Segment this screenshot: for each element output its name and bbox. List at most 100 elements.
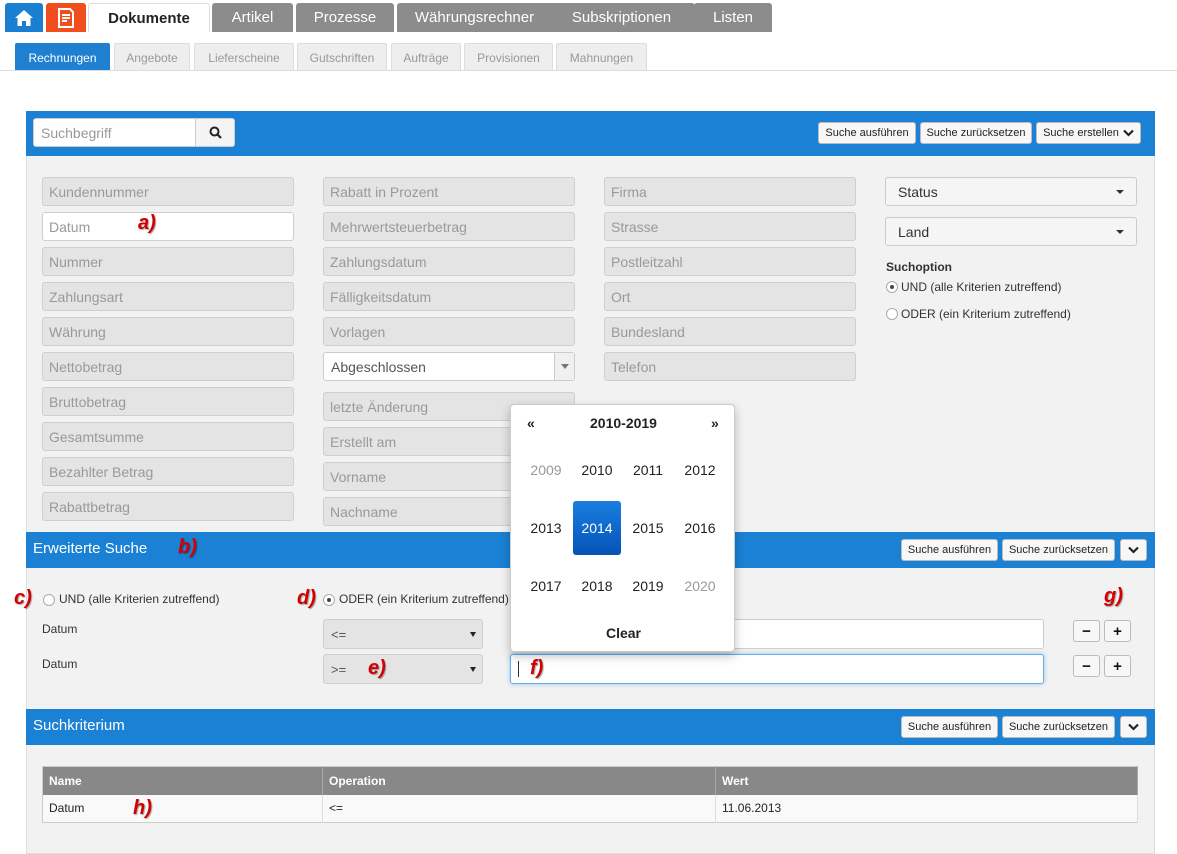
tab-listen[interactable]: Listen [694, 3, 772, 32]
value-input[interactable] [730, 619, 1044, 649]
advanced-oder-label: ODER (ein Kriterium zutreffend) [339, 592, 509, 606]
annotation-a: a) [138, 212, 156, 234]
remove-criterion-button[interactable]: − [1073, 620, 1100, 642]
add-criterion-button[interactable]: + [1104, 620, 1131, 642]
status-dropdown[interactable]: Status [885, 177, 1137, 206]
divider [0, 70, 1177, 71]
advanced-execute-button[interactable]: Suche ausführen [901, 539, 998, 561]
tab-gutschriften[interactable]: Gutschriften [297, 43, 387, 71]
field-nettobetrag[interactable]: Nettobetrag [42, 352, 294, 381]
field-waehrung[interactable]: Währung [42, 317, 294, 346]
field-strasse[interactable]: Strasse [604, 212, 856, 241]
reset-search-button[interactable]: Suche zurücksetzen [920, 122, 1032, 144]
field-zahlungsdatum[interactable]: Zahlungsdatum [323, 247, 575, 276]
caret-down-icon [1116, 230, 1124, 234]
datepicker-clear-button[interactable]: Clear [511, 625, 736, 641]
field-kundennummer[interactable]: Kundennummer [42, 177, 294, 206]
field-gesamtsumme[interactable]: Gesamtsumme [42, 422, 294, 451]
field-firma[interactable]: Firma [604, 177, 856, 206]
operator-value: <= [331, 627, 347, 642]
execute-search-button[interactable]: Suche ausführen [818, 122, 916, 144]
tab-angebote[interactable]: Angebote [114, 43, 190, 71]
tab-dokumente[interactable]: Dokumente [88, 3, 210, 32]
land-dropdown[interactable]: Land [885, 217, 1137, 246]
year-cell[interactable]: 2020 [675, 559, 725, 613]
home-icon [15, 9, 33, 26]
criteria-execute-button[interactable]: Suche ausführen [901, 716, 998, 738]
tab-artikel[interactable]: Artikel [212, 3, 293, 32]
chevron-down-icon [1128, 723, 1139, 731]
year-cell[interactable]: 2019 [623, 559, 673, 613]
operator-select[interactable]: >= [323, 654, 483, 684]
oder-radio[interactable] [886, 308, 898, 320]
year-cell[interactable]: 2011 [623, 443, 673, 497]
field-faelligkeitsdatum[interactable]: Fälligkeitsdatum [323, 282, 575, 311]
field-bruttobetrag[interactable]: Bruttobetrag [42, 387, 294, 416]
year-cell[interactable]: 2018 [572, 559, 622, 613]
field-mehrwertsteuerbetrag[interactable]: Mehrwertsteuerbetrag [323, 212, 575, 241]
field-rabattbetrag[interactable]: Rabattbetrag [42, 492, 294, 521]
tab-lieferscheine[interactable]: Lieferscheine [194, 43, 294, 71]
year-cell[interactable]: 2013 [521, 501, 571, 555]
remove-criterion-button[interactable]: − [1073, 655, 1100, 677]
date-value-input[interactable] [510, 654, 1044, 684]
caret-down-icon [470, 667, 476, 672]
search-input[interactable]: Suchbegriff [33, 118, 196, 147]
field-rabatt-prozent[interactable]: Rabatt in Prozent [323, 177, 575, 206]
criteria-reset-button[interactable]: Suche zurücksetzen [1002, 716, 1115, 738]
search-button[interactable] [195, 118, 235, 147]
field-vorlagen[interactable]: Vorlagen [323, 317, 575, 346]
criteria-collapse-button[interactable] [1120, 716, 1147, 738]
datepicker-next-button[interactable]: » [711, 415, 719, 431]
create-search-label: Suche erstellen [1043, 127, 1119, 139]
year-cell[interactable]: 2012 [675, 443, 725, 497]
advanced-und-radio[interactable] [43, 594, 55, 606]
year-cell[interactable]: 2009 [521, 443, 571, 497]
tab-prozesse[interactable]: Prozesse [296, 3, 394, 32]
advanced-search-title: Erweiterte Suche [33, 540, 148, 557]
year-cell[interactable]: 2017 [521, 559, 571, 613]
add-criterion-button[interactable]: + [1104, 655, 1131, 677]
advanced-collapse-button[interactable] [1120, 539, 1147, 561]
document-icon [58, 7, 74, 28]
field-postleitzahl[interactable]: Postleitzahl [604, 247, 856, 276]
advanced-oder-radio[interactable] [323, 594, 335, 606]
year-cell[interactable]: 2016 [675, 501, 725, 555]
select-caret-icon [554, 353, 574, 380]
advanced-reset-button[interactable]: Suche zurücksetzen [1002, 539, 1115, 561]
field-bundesland[interactable]: Bundesland [604, 317, 856, 346]
year-cell[interactable]: 2015 [623, 501, 673, 555]
year-cell[interactable]: 2010 [572, 443, 622, 497]
create-search-button[interactable]: Suche erstellen [1036, 122, 1141, 144]
tab-subskriptionen[interactable]: Subskriptionen [548, 3, 695, 32]
criteria-title: Suchkriterium [33, 717, 125, 734]
tab-rechnungen[interactable]: Rechnungen [15, 43, 110, 71]
sub-tabbar: Rechnungen Angebote Lieferscheine Gutsch… [0, 32, 1177, 72]
tab-auftraege[interactable]: Aufträge [391, 43, 461, 71]
field-nummer[interactable]: Nummer [42, 247, 294, 276]
chevron-down-icon [1123, 129, 1134, 137]
criterion-field-label: Datum [42, 657, 78, 671]
table-row[interactable]: Datum <= 11.06.2013 [42, 794, 1138, 823]
field-zahlungsart[interactable]: Zahlungsart [42, 282, 294, 311]
field-datum[interactable]: Datum [42, 212, 294, 241]
field-telefon[interactable]: Telefon [604, 352, 856, 381]
table-header-row: Name Operation Wert [42, 766, 1138, 795]
datepicker-decade-title[interactable]: 2010-2019 [511, 415, 736, 431]
year-cell-selected[interactable]: 2014 [573, 501, 621, 555]
main-tabbar: Dokumente Artikel Prozesse Währungsrechn… [0, 0, 1177, 32]
operator-select[interactable]: <= [323, 619, 483, 649]
annotation-c: c) [14, 587, 32, 609]
caret-down-icon [470, 632, 476, 637]
tab-waehrungsrechner[interactable]: Währungsrechner [397, 3, 552, 32]
tab-mahnungen[interactable]: Mahnungen [556, 43, 647, 71]
und-radio[interactable] [886, 281, 898, 293]
tab-provisionen[interactable]: Provisionen [464, 43, 553, 71]
documents-app-button[interactable] [46, 3, 86, 32]
field-ort[interactable]: Ort [604, 282, 856, 311]
und-radio-label: UND (alle Kriterien zutreffend) [901, 280, 1062, 294]
abgeschlossen-label: Abgeschlossen [331, 359, 426, 375]
abgeschlossen-select[interactable]: Abgeschlossen [323, 352, 575, 381]
home-button[interactable] [5, 3, 43, 32]
field-bezahlter-betrag[interactable]: Bezahlter Betrag [42, 457, 294, 486]
